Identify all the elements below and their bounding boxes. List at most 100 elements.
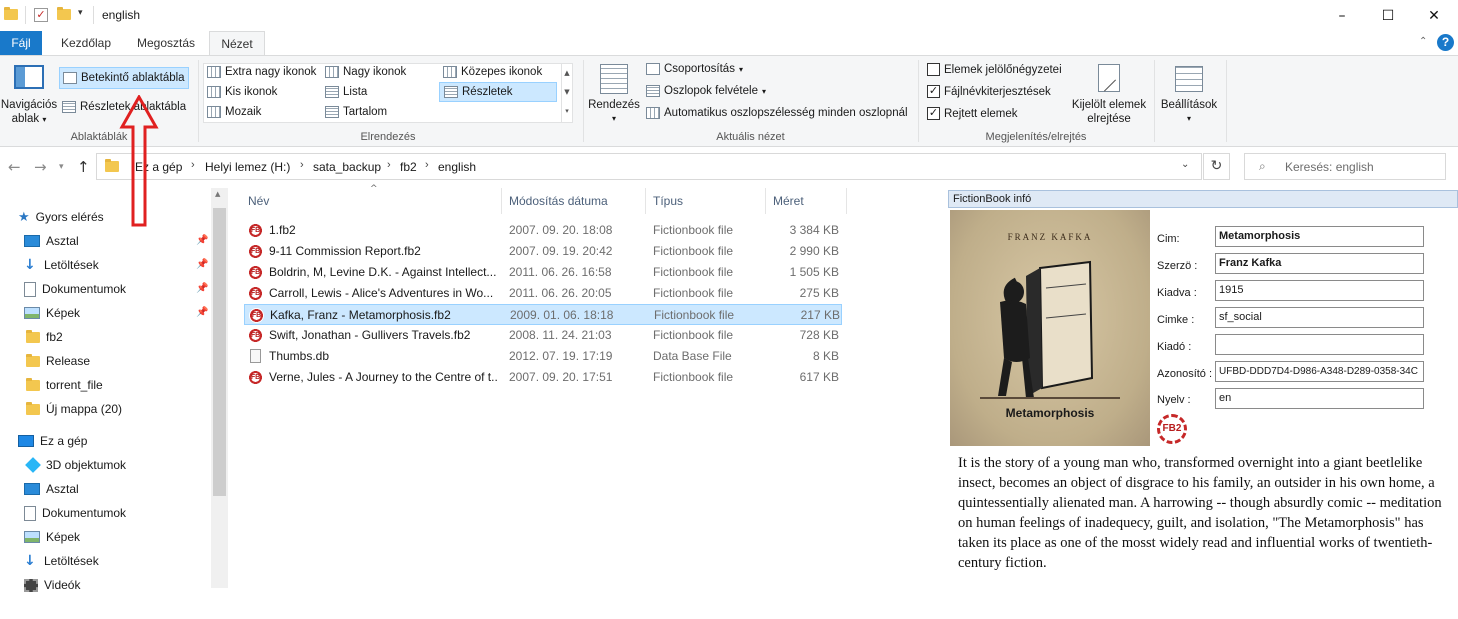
layout-extra-large-icons[interactable]: Extra nagy ikonok xyxy=(207,66,316,78)
layout-medium-icons[interactable]: Közepes ikonok xyxy=(443,66,542,78)
navigation-row: ← → ▾ ↑ Ez a gép › Helyi lemez (H:) › sa… xyxy=(0,148,1458,186)
layout-list[interactable]: Lista xyxy=(325,86,367,98)
cover-author: FRANZ KAFKA xyxy=(1007,232,1093,242)
tree-item-pc-desktop[interactable]: Asztal xyxy=(24,478,79,500)
tab-home[interactable]: Kezdőlap xyxy=(52,31,120,55)
tree-item-pc-documents[interactable]: Dokumentumok xyxy=(24,502,126,524)
file-extensions-toggle[interactable]: ✓ Fájlnévkiterjesztések xyxy=(927,85,1051,98)
tree-item-pc-videos[interactable]: Videók xyxy=(24,574,80,596)
tree-item-new-folder[interactable]: Új mappa (20) xyxy=(26,398,122,420)
minimize-button[interactable]: – xyxy=(1319,0,1365,31)
pin-icon[interactable]: 📌 xyxy=(196,235,208,246)
hide-selected-button[interactable]: Kijelölt elemek elrejtése xyxy=(1066,98,1152,126)
hidden-items-toggle[interactable]: ✓ Rejtett elemek xyxy=(927,107,1018,120)
details-pane-icon xyxy=(62,101,76,113)
breadcrumb-drive[interactable]: Helyi lemez (H:) xyxy=(205,160,290,174)
tree-item-3d-objects[interactable]: 3D objektumok xyxy=(25,454,126,476)
field-value-publisher[interactable] xyxy=(1215,334,1424,355)
medium-icons-icon xyxy=(443,66,457,78)
tree-item-pc-pictures[interactable]: Képek xyxy=(24,526,80,548)
layout-small-icons[interactable]: Kis ikonok xyxy=(207,86,277,98)
help-icon[interactable]: ? xyxy=(1437,34,1454,51)
tab-share[interactable]: Megosztás xyxy=(129,31,203,55)
refresh-button[interactable]: ↻ xyxy=(1203,153,1230,180)
breadcrumb-sata-backup[interactable]: sata_backup xyxy=(313,160,381,174)
customize-toolbar-icon[interactable]: ▾ xyxy=(78,8,83,18)
close-button[interactable]: ✕ xyxy=(1411,0,1457,31)
breadcrumb-english[interactable]: english xyxy=(438,160,476,174)
column-header-size[interactable]: Méret xyxy=(773,194,804,208)
pin-icon[interactable]: 📌 xyxy=(196,307,208,318)
file-row[interactable]: FB Swift, Jonathan - Gullivers Travels.f… xyxy=(244,325,842,346)
column-header-type[interactable]: Típus xyxy=(653,194,683,208)
ribbon: Navigációs ablak ▾ Betekintő ablaktábla … xyxy=(0,55,1458,147)
file-row[interactable]: FB 9-11 Commission Report.fb2 2007. 09. … xyxy=(244,241,842,262)
tab-file[interactable]: Fájl xyxy=(0,31,42,55)
pin-icon[interactable]: 📌 xyxy=(196,259,208,270)
pin-icon[interactable]: 📌 xyxy=(196,283,208,294)
layout-details[interactable]: Részletek xyxy=(439,82,557,102)
layout-large-icons[interactable]: Nagy ikonok xyxy=(325,66,406,78)
tree-item-desktop[interactable]: Asztal xyxy=(24,230,79,252)
forward-button[interactable]: → xyxy=(34,158,47,176)
file-row-selected[interactable]: FB Kafka, Franz - Metamorphosis.fb2 2009… xyxy=(244,304,842,325)
field-value-author[interactable]: Franz Kafka xyxy=(1215,253,1424,274)
fit-columns-button[interactable]: Automatikus oszlopszélesség minden oszlo… xyxy=(646,107,908,119)
tree-item-release[interactable]: Release xyxy=(26,350,90,372)
file-extensions-checkbox[interactable]: ✓ xyxy=(927,85,940,98)
item-checkboxes-toggle[interactable]: Elemek jelölőnégyzetei xyxy=(927,63,1062,76)
layout-tiles[interactable]: Mozaik xyxy=(207,106,261,118)
field-value-title[interactable]: Metamorphosis xyxy=(1215,226,1424,247)
tree-quick-access[interactable]: ★ Gyors elérés xyxy=(18,206,104,228)
properties-icon[interactable]: ✓ xyxy=(34,8,48,22)
add-columns-button[interactable]: Oszlopok felvétele ▾ xyxy=(646,85,766,97)
address-folder-icon xyxy=(105,159,119,172)
layout-content[interactable]: Tartalom xyxy=(325,106,387,118)
tree-item-pictures[interactable]: Képek xyxy=(24,302,80,324)
breadcrumb-fb2[interactable]: fb2 xyxy=(400,160,417,174)
sort-button[interactable]: Rendezés ▾ xyxy=(588,98,640,126)
group-by-button[interactable]: Csoportosítás ▾ xyxy=(646,63,743,75)
preview-pane-icon xyxy=(63,72,77,84)
document-icon xyxy=(24,281,36,297)
navigation-scroll-thumb[interactable] xyxy=(213,208,226,496)
tree-item-fb2[interactable]: fb2 xyxy=(26,326,63,348)
column-header-date[interactable]: Módosítás dátuma xyxy=(509,194,608,208)
item-checkboxes-checkbox[interactable] xyxy=(927,63,940,76)
field-label-language: Nyelv : xyxy=(1157,394,1191,406)
hidden-items-checkbox[interactable]: ✓ xyxy=(927,107,940,120)
maximize-button[interactable]: ☐ xyxy=(1365,0,1411,31)
field-value-published[interactable]: 1915 xyxy=(1215,280,1424,301)
field-value-tag[interactable]: sf_social xyxy=(1215,307,1424,328)
back-button[interactable]: ← xyxy=(8,158,21,176)
field-value-language[interactable]: en xyxy=(1215,388,1424,409)
preview-pane-button[interactable]: Betekintő ablaktábla xyxy=(59,67,189,89)
file-row[interactable]: FB Boldrin, M, Levine D.K. - Against Int… xyxy=(244,262,842,283)
collapse-ribbon-icon[interactable]: ⌃ xyxy=(1419,36,1427,47)
address-dropdown-icon[interactable]: ⌄ xyxy=(1181,159,1189,170)
up-button[interactable]: ↑ xyxy=(77,158,90,176)
file-row[interactable]: FB Verne, Jules - A Journey to the Centr… xyxy=(244,367,842,388)
file-row[interactable]: FB 1.fb2 2007. 09. 20. 18:08 Fictionbook… xyxy=(244,220,842,241)
field-value-id[interactable]: UFBD-DDD7D4-D986-A348-D289-0358-34C xyxy=(1215,361,1424,382)
search-input[interactable]: ⌕ Keresés: english xyxy=(1244,153,1446,180)
navigation-pane-button[interactable]: Navigációs ablak ▾ xyxy=(0,98,58,127)
column-header-name[interactable]: Név xyxy=(248,194,269,208)
tree-item-pc-downloads[interactable]: ↓ Letöltések xyxy=(24,550,99,572)
tree-item-torrent-file[interactable]: torrent_file xyxy=(26,374,103,396)
file-row[interactable]: Thumbs.db 2012. 07. 19. 17:19 Data Base … xyxy=(244,346,842,367)
options-button[interactable]: Beállítások ▾ xyxy=(1158,98,1220,126)
scroll-up-icon[interactable]: ▲ xyxy=(215,190,220,198)
recent-locations-button[interactable]: ▾ xyxy=(59,162,64,172)
layout-scroll-icon[interactable]: ▲ ▼ ▾ xyxy=(561,64,572,122)
preview-header: FictionBook infó xyxy=(948,190,1458,208)
video-icon xyxy=(24,578,38,592)
tree-item-downloads[interactable]: ↓ Letöltések xyxy=(24,254,99,276)
file-list: ^ Név Módosítás dátuma Típus Méret FB 1.… xyxy=(232,184,947,619)
new-folder-icon[interactable] xyxy=(57,7,71,23)
tree-this-pc[interactable]: Ez a gép xyxy=(18,430,87,452)
address-bar[interactable]: Ez a gép › Helyi lemez (H:) › sata_backu… xyxy=(96,153,1202,180)
file-row[interactable]: FB Carroll, Lewis - Alice's Adventures i… xyxy=(244,283,842,304)
tab-view[interactable]: Nézet xyxy=(209,31,265,56)
tree-item-documents[interactable]: Dokumentumok xyxy=(24,278,126,300)
